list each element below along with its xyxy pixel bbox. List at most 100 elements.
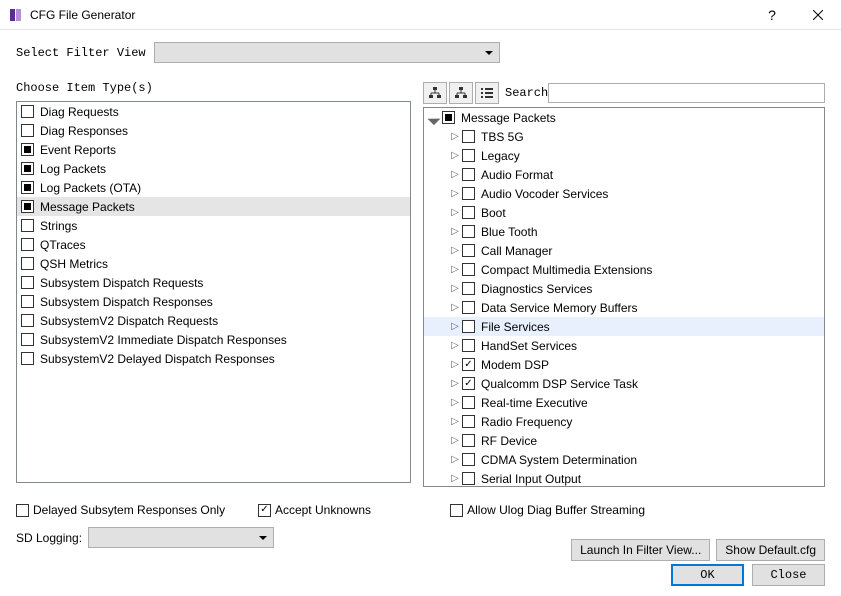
tree-node-label: Real-time Executive [481,396,588,410]
item-type-row[interactable]: Diag Responses [17,121,410,140]
tree-node[interactable]: ▷Diagnostics Services [424,279,824,298]
hierarchy-icon [428,86,442,100]
tree-node[interactable]: ▷Legacy [424,146,824,165]
checkbox-icon [21,276,34,289]
delayed-responses-checkbox[interactable]: Delayed Subsytem Responses Only [16,503,225,517]
tree-node-label: Diagnostics Services [481,282,592,296]
show-default-cfg-button[interactable]: Show Default.cfg [716,539,825,561]
checkbox-icon [21,314,34,327]
tree-node[interactable]: ▷RF Device [424,431,824,450]
tree-root[interactable]: ◢ Message Packets [424,108,824,127]
item-type-row[interactable]: Strings [17,216,410,235]
search-input[interactable] [548,83,825,103]
expander-icon: ▷ [448,188,462,199]
tree-node-label: Legacy [481,149,520,163]
tree-node-label: Qualcomm DSP Service Task [481,377,638,391]
choose-item-types-label: Choose Item Type(s) [16,81,411,95]
item-type-list[interactable]: Diag Requests Diag Responses Event Reports… [16,101,411,483]
checkbox-icon [21,257,34,270]
checkbox-icon [462,320,475,333]
tree-root-label: Message Packets [461,111,556,125]
tree-node[interactable]: ▷ Boot [424,203,824,222]
allow-ulog-label: Allow Ulog Diag Buffer Streaming [467,503,645,517]
tree-node[interactable]: ▷ Audio Vocoder Services [424,184,824,203]
item-type-row[interactable]: SubsystemV2 Immediate Dispatch Responses [17,330,410,349]
filter-view-select[interactable] [154,42,500,63]
checkbox-icon [462,244,475,257]
item-type-row[interactable]: QSH Metrics [17,254,410,273]
close-button[interactable]: Close [752,564,825,586]
item-type-row[interactable]: Log Packets (OTA) [17,178,410,197]
expander-icon: ▷ [448,131,462,142]
window-title: CFG File Generator [30,8,749,22]
tree-node[interactable]: ▷Serial Input Output [424,469,824,486]
checkbox-icon [21,181,34,194]
tree-node[interactable]: ▷CDMA System Determination [424,450,824,469]
hierarchy-icon [454,86,468,100]
item-type-row[interactable]: Event Reports [17,140,410,159]
tree-node[interactable]: ▷Data Service Memory Buffers [424,298,824,317]
checkbox-icon [462,263,475,276]
accept-unknowns-label: Accept Unknowns [275,503,371,517]
item-type-row[interactable]: SubsystemV2 Delayed Dispatch Responses [17,349,410,368]
ok-button[interactable]: OK [671,564,744,586]
tree-node-label: RF Device [481,434,537,448]
item-type-label: Diag Responses [40,124,128,138]
checkbox-icon [462,415,475,428]
expander-icon: ▷ [448,226,462,237]
tree-node[interactable]: ▷Audio Format [424,165,824,184]
checkbox-icon [21,219,34,232]
tree-node[interactable]: ▷Radio Frequency [424,412,824,431]
expander-icon: ▷ [448,207,462,218]
checkbox-icon [450,504,463,517]
tree-list-view-button[interactable] [475,82,499,104]
tree-node[interactable]: ▷File Services [424,317,824,336]
checkbox-icon [21,200,34,213]
checkbox-icon [462,130,475,143]
checkbox-icon [462,434,475,447]
tree-node-label: Boot [481,206,506,220]
accept-unknowns-checkbox[interactable]: Accept Unknowns [258,503,371,517]
sd-logging-select[interactable] [88,527,274,548]
packet-tree[interactable]: ◢Message Packets▷TBS 5G▷Legacy▷Audio For… [423,107,825,487]
item-type-label: Subsystem Dispatch Requests [40,276,203,290]
help-button[interactable]: ? [749,0,795,30]
item-type-row[interactable]: Subsystem Dispatch Responses [17,292,410,311]
item-type-row[interactable]: QTraces [17,235,410,254]
allow-ulog-checkbox[interactable]: Allow Ulog Diag Buffer Streaming [450,503,645,517]
tree-node[interactable]: ▷Modem DSP [424,355,824,374]
checkbox-icon [21,105,34,118]
expander-icon: ◢ [428,111,442,125]
tree-expand-all-button[interactable] [423,82,447,104]
titlebar: CFG File Generator ? [0,0,841,30]
expander-icon: ▷ [448,264,462,275]
tree-node-label: CDMA System Determination [481,453,637,467]
tree-node[interactable]: ▷HandSet Services [424,336,824,355]
tree-node-label: Audio Format [481,168,553,182]
item-type-label: Message Packets [40,200,135,214]
item-type-label: Strings [40,219,77,233]
checkbox-icon [462,168,475,181]
tree-node[interactable]: ▷Qualcomm DSP Service Task [424,374,824,393]
tree-node-label: Blue Tooth [481,225,538,239]
item-type-row[interactable]: Message Packets [17,197,410,216]
item-type-label: SubsystemV2 Immediate Dispatch Responses [40,333,287,347]
launch-filter-view-button[interactable]: Launch In Filter View... [571,539,710,561]
tree-node[interactable]: ▷Call Manager [424,241,824,260]
item-type-row[interactable]: SubsystemV2 Dispatch Requests [17,311,410,330]
tree-node[interactable]: ▷ Blue Tooth [424,222,824,241]
checkbox-icon [442,111,455,124]
tree-collapse-all-button[interactable] [449,82,473,104]
item-type-row[interactable]: Subsystem Dispatch Requests [17,273,410,292]
checkbox-icon [462,149,475,162]
checkbox-icon [21,238,34,251]
checkbox-icon [21,352,34,365]
item-type-row[interactable]: Diag Requests [17,102,410,121]
close-window-button[interactable] [795,0,841,30]
tree-node[interactable]: ▷Real-time Executive [424,393,824,412]
item-type-row[interactable]: Log Packets [17,159,410,178]
item-type-label: Event Reports [40,143,116,157]
tree-node-label: Audio Vocoder Services [481,187,608,201]
tree-node[interactable]: ▷TBS 5G [424,127,824,146]
tree-node[interactable]: ▷Compact Multimedia Extensions [424,260,824,279]
